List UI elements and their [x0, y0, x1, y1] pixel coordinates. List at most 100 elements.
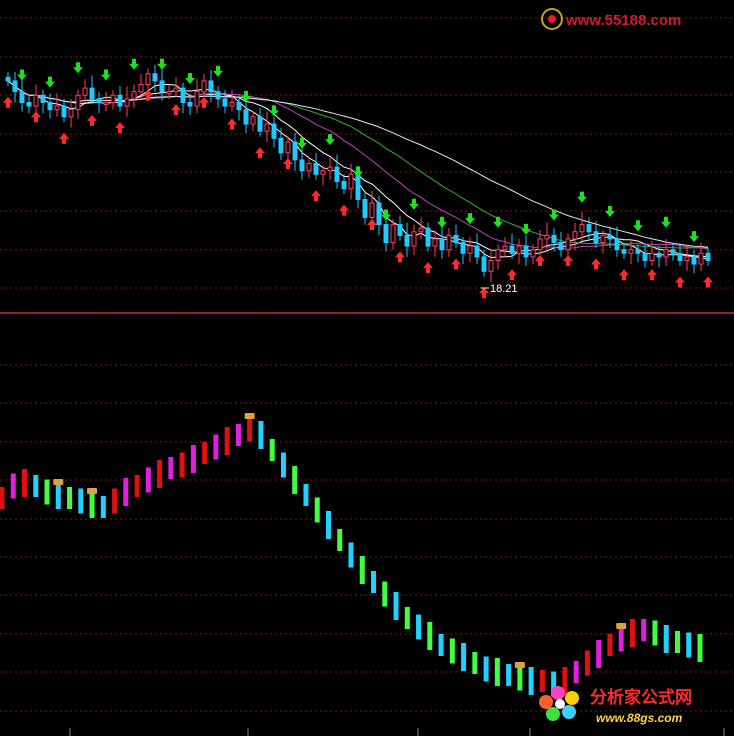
candle-body-80 — [565, 238, 571, 251]
flower-logo-icon — [539, 686, 579, 721]
buy-arrow-icon-12 — [87, 114, 97, 126]
indicator-bar-6 — [67, 487, 73, 509]
signal-marker-icon-3 — [514, 662, 525, 668]
candle-body-96 — [677, 252, 683, 261]
sell-arrow-icon-34 — [241, 91, 251, 103]
indicator-bar-33 — [371, 571, 377, 593]
buy-arrow-icon-48 — [339, 204, 349, 216]
sell-arrow-icon-74 — [521, 223, 531, 235]
indicator-bar-35 — [393, 592, 399, 620]
candle-body-21 — [152, 73, 158, 82]
buy-arrow-icon-80 — [563, 254, 573, 266]
candle-body-31 — [222, 98, 228, 107]
signal-marker-icon-0 — [53, 479, 64, 485]
candle-body-29 — [208, 80, 214, 93]
sell-arrow-icon-2 — [17, 69, 27, 81]
candle-body-5 — [40, 94, 46, 103]
candle-body-43 — [306, 163, 312, 172]
candle-body-36 — [257, 116, 263, 132]
chart-canvas: 18.21 www.55188.com 分析家公式网 www.88gs.com — [0, 8, 734, 736]
signal-marker-icon-4 — [616, 623, 627, 629]
indicator-bar-52 — [584, 650, 590, 676]
indicator-bar-39 — [438, 634, 444, 656]
candle-body-65 — [460, 242, 466, 254]
candle-body-83 — [586, 224, 592, 233]
candle-body-99 — [698, 252, 704, 265]
candle-body-48 — [341, 180, 347, 190]
candle-body-19 — [138, 84, 144, 93]
candle-body-55 — [390, 224, 396, 244]
candle-body-44 — [313, 163, 319, 175]
buy-arrow-icon-96 — [675, 276, 685, 288]
candle-body-41 — [292, 141, 298, 161]
sell-arrow-icon-62 — [437, 216, 447, 228]
indicator-bar-25 — [280, 452, 286, 478]
indicator-bar-62 — [697, 634, 703, 662]
indicator-bar-43 — [483, 656, 489, 682]
indicator-bar-53 — [596, 640, 602, 668]
candle-body-11 — [82, 87, 88, 96]
indicator-bar-12 — [134, 475, 140, 497]
sell-arrow-icon-38 — [269, 105, 279, 117]
candle-body-37 — [264, 123, 270, 132]
indicator-bar-5 — [55, 481, 61, 509]
buy-arrow-icon-36 — [255, 147, 265, 159]
signal-marker-icon-2 — [244, 413, 255, 419]
candle-body-49 — [348, 173, 354, 190]
indicator-bar-0 — [0, 487, 5, 509]
watermark-bottom: 分析家公式网 www.88gs.com — [539, 686, 692, 725]
candle-body-67 — [474, 245, 480, 258]
candle-body-72 — [509, 245, 515, 254]
indicator-bar-11 — [123, 478, 129, 506]
candle-body-56 — [397, 224, 403, 236]
candle-body-58 — [411, 231, 417, 247]
indicator-bar-7 — [78, 488, 84, 514]
watermark-top-text: www.55188.com — [565, 12, 681, 29]
buy-arrow-icon-64 — [451, 258, 461, 270]
candle-body-38 — [271, 123, 277, 139]
buy-arrow-icon-24 — [171, 104, 181, 116]
indicator-bar-54 — [607, 634, 613, 656]
candle-body-85 — [600, 234, 606, 244]
candle-body-10 — [75, 94, 81, 111]
candle-body-86 — [607, 234, 613, 240]
buy-arrow-icon-44 — [311, 190, 321, 202]
indicator-bar-36 — [404, 607, 410, 629]
candle-body-81 — [572, 231, 578, 240]
indicator-bar-30 — [337, 529, 343, 551]
candle-body-28 — [201, 80, 207, 93]
indicator-bar-31 — [348, 542, 354, 568]
indicator-bar-55 — [618, 626, 624, 652]
indicator-bar-23 — [258, 421, 264, 449]
candle-body-51 — [362, 198, 368, 218]
indicator-bar-58 — [652, 620, 658, 646]
candle-body-93 — [656, 252, 662, 258]
buy-arrow-icon-100 — [703, 276, 713, 288]
indicator-bar-20 — [224, 427, 230, 455]
candle-body-34 — [243, 109, 249, 125]
sell-arrow-icon-94 — [661, 216, 671, 228]
buy-arrow-icon-16 — [115, 122, 125, 134]
candle-body-40 — [285, 141, 291, 154]
candle-body-78 — [551, 234, 557, 244]
candle-body-15 — [110, 94, 116, 103]
candle-body-100 — [705, 252, 711, 261]
candle-body-50 — [355, 173, 361, 200]
sell-arrow-icon-86 — [605, 205, 615, 217]
buy-arrow-icon-88 — [619, 269, 629, 281]
candle-body-94 — [663, 249, 669, 258]
candle-body-61 — [432, 238, 438, 247]
indicator-bar-4 — [44, 479, 50, 505]
candle-body-63 — [446, 234, 452, 251]
candle-body-3 — [26, 101, 32, 107]
buy-arrow-icon-0 — [3, 96, 13, 108]
watermark-bottom-title: 分析家公式网 — [590, 687, 692, 708]
indicator-bar-46 — [517, 665, 523, 691]
indicator-bar-8 — [89, 490, 95, 518]
candle-body-20 — [145, 73, 151, 86]
candle-body-95 — [670, 249, 676, 254]
candle-body-2 — [19, 91, 25, 103]
candle-body-46 — [327, 166, 333, 172]
indicator-bar-42 — [472, 652, 478, 674]
indicator-bar-56 — [629, 619, 635, 647]
